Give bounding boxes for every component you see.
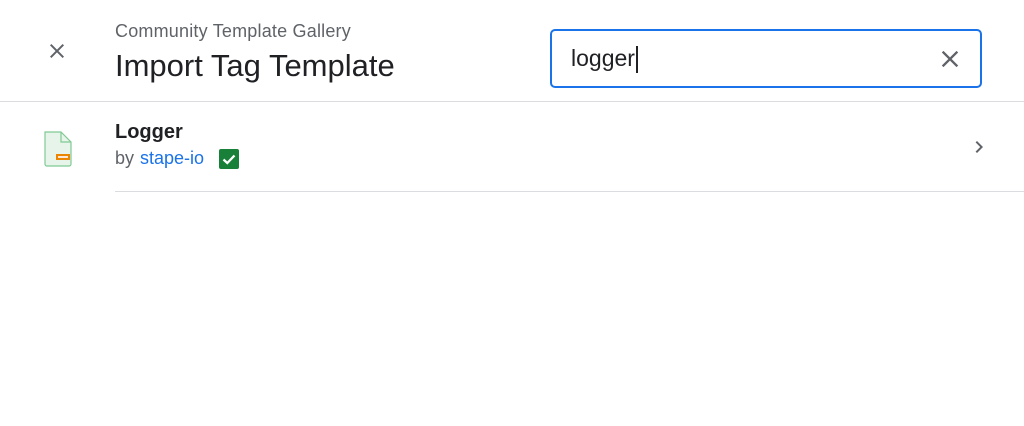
text-cursor <box>636 46 638 73</box>
chevron-right-icon <box>966 134 992 160</box>
close-icon <box>50 44 64 58</box>
header-titles: Community Template Gallery Import Tag Te… <box>115 20 395 86</box>
clear-icon <box>941 50 959 68</box>
template-author-line: by stape-io <box>115 148 240 169</box>
author-link[interactable]: stape-io <box>140 148 204 169</box>
search-box[interactable] <box>550 29 982 88</box>
verified-check-icon <box>219 148 240 169</box>
close-button[interactable] <box>37 31 77 71</box>
row-divider <box>115 191 1024 192</box>
gallery-subtitle: Community Template Gallery <box>115 21 351 41</box>
dialog-header: Community Template Gallery Import Tag Te… <box>0 0 1024 102</box>
clear-search-button[interactable] <box>934 43 966 75</box>
tag-template-file-icon <box>44 131 72 167</box>
list-item[interactable] <box>0 102 1024 192</box>
template-name: Logger <box>115 121 183 143</box>
search-input[interactable] <box>571 38 911 79</box>
page-title: Import Tag Template <box>115 48 395 83</box>
by-label: by <box>115 148 135 168</box>
